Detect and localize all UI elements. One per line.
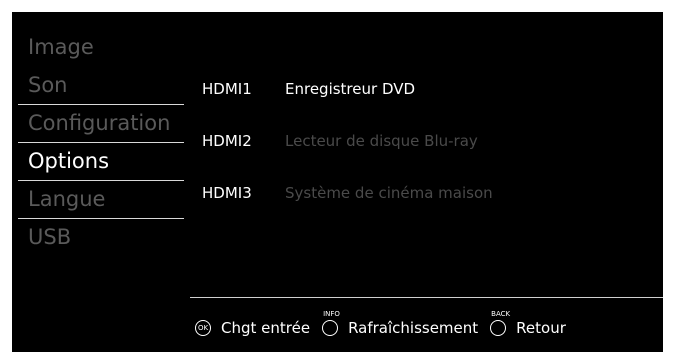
- menu-item-options[interactable]: Options: [12, 146, 184, 184]
- info-button-icon: INFO: [322, 310, 340, 336]
- input-device-name: Enregistreur DVD: [285, 80, 416, 98]
- input-port-label: HDMI1: [202, 80, 252, 98]
- menu-item-label: Langue: [28, 187, 106, 211]
- menu-item-label: USB: [28, 225, 72, 249]
- input-row-hdmi3[interactable]: HDMI3 Système de cinéma maison: [202, 184, 642, 236]
- menu-item-configuration[interactable]: Configuration: [12, 108, 184, 146]
- ok-hint-label: Chgt entrée: [221, 319, 311, 337]
- input-row-hdmi2[interactable]: HDMI2 Lecteur de disque Blu-ray: [202, 132, 642, 184]
- info-key-label: INFO: [323, 310, 340, 318]
- ok-hint[interactable]: OK Chgt entrée: [195, 319, 310, 337]
- menu-item-image[interactable]: Image: [12, 32, 184, 70]
- tv-menu-screen: Image Son Configuration Options Langue U…: [12, 12, 663, 352]
- ok-button-icon: OK: [195, 320, 211, 336]
- input-device-name: Système de cinéma maison: [285, 184, 493, 202]
- info-hint[interactable]: INFO Rafraîchissement: [322, 310, 479, 337]
- menu-item-usb[interactable]: USB: [12, 222, 184, 260]
- back-hint[interactable]: BACK Retour: [490, 310, 566, 337]
- input-device-name: Lecteur de disque Blu-ray: [285, 132, 478, 150]
- footer-divider: [190, 297, 663, 298]
- menu-item-son[interactable]: Son: [12, 70, 184, 108]
- input-row-hdmi1[interactable]: HDMI1 Enregistreur DVD: [202, 80, 642, 132]
- back-hint-label: Retour: [516, 319, 566, 337]
- button-hint-bar: OK Chgt entrée INFO Rafraîchissement BAC…: [195, 310, 578, 337]
- menu-item-label: Image: [28, 35, 94, 59]
- menu-item-label: Son: [28, 73, 68, 97]
- menu-item-langue[interactable]: Langue: [12, 184, 184, 222]
- info-hint-label: Rafraîchissement: [348, 319, 479, 337]
- input-port-label: HDMI2: [202, 132, 252, 150]
- input-list: HDMI1 Enregistreur DVD HDMI2 Lecteur de …: [202, 80, 642, 236]
- back-button-icon: BACK: [490, 310, 510, 336]
- main-menu: Image Son Configuration Options Langue U…: [12, 32, 184, 260]
- menu-item-label: Options: [28, 149, 110, 173]
- back-key-label: BACK: [491, 310, 511, 318]
- ok-key-label: OK: [197, 324, 209, 332]
- menu-item-label: Configuration: [28, 111, 171, 135]
- input-port-label: HDMI3: [202, 184, 252, 202]
